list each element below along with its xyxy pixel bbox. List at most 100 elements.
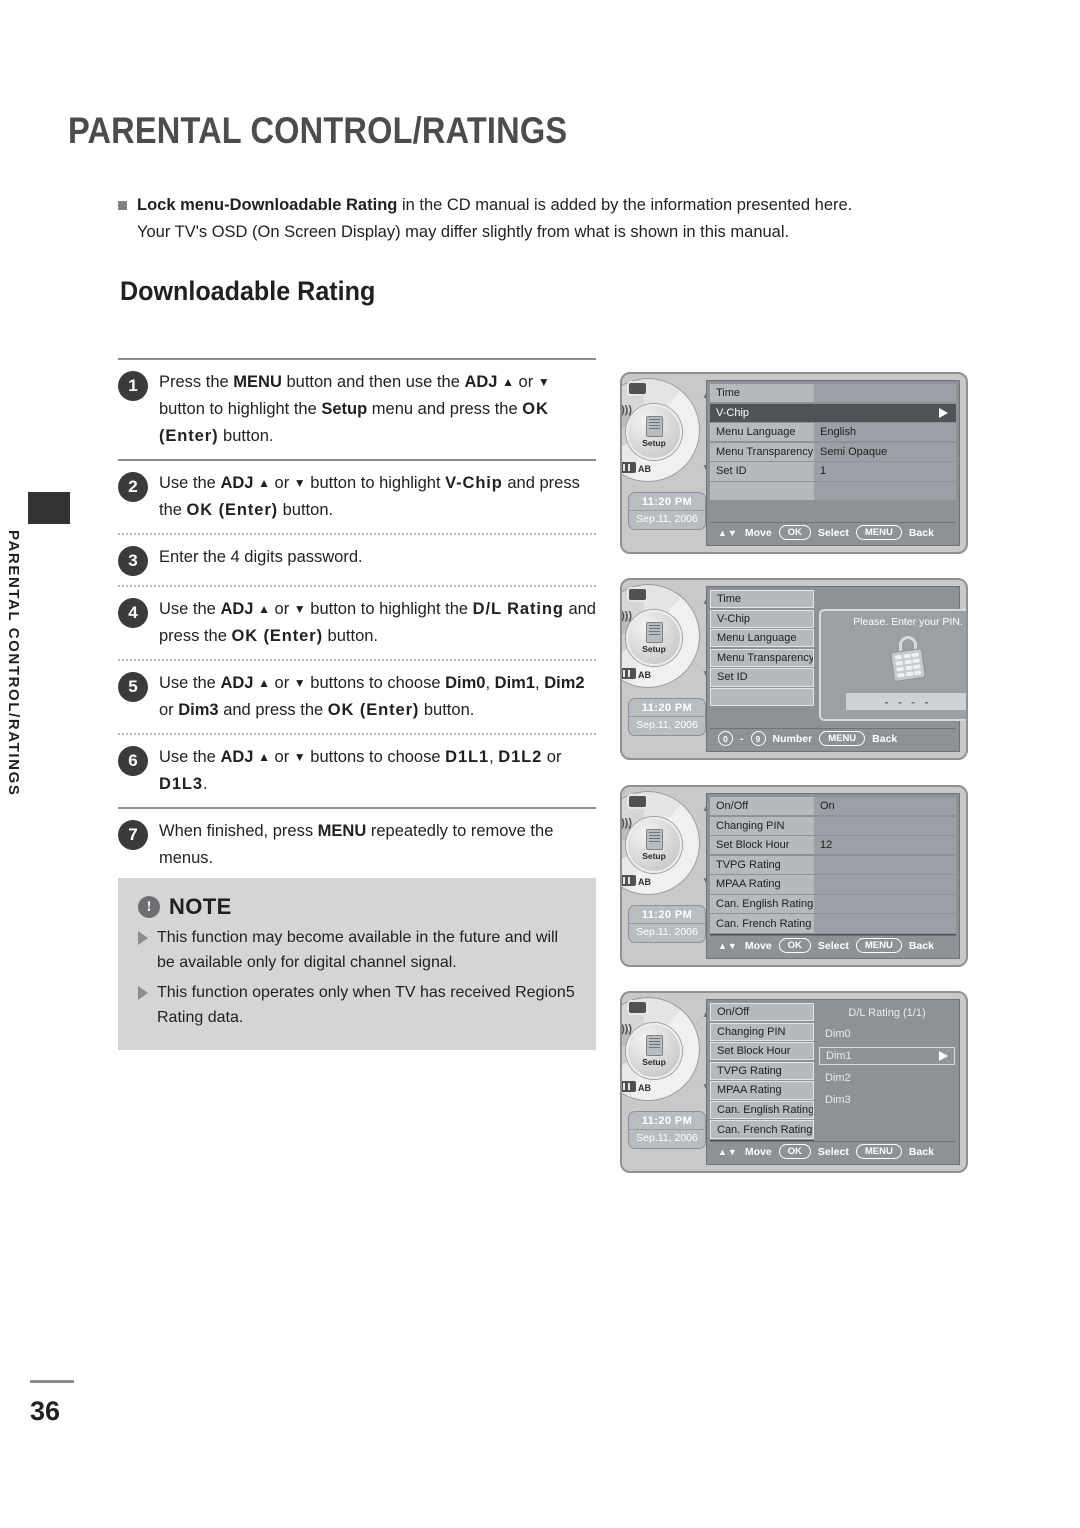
row-label: Can. English Rating: [710, 1100, 814, 1120]
step-text: When finished, press MENU repeatedly to …: [159, 822, 554, 867]
osd-row-set-id[interactable]: Set ID 1: [710, 462, 956, 481]
row-value: [814, 403, 956, 422]
padlock-body: [890, 647, 926, 683]
clock-date: Sep.11, 2006: [629, 1129, 705, 1144]
clock-badge: 11:20 PM Sep.11, 2006: [628, 492, 706, 530]
osd-row-tvpg-rating[interactable]: TVPG Rating: [710, 855, 956, 874]
clock-time: 11:20 PM: [641, 1115, 693, 1127]
ab-label-icon: AB: [638, 877, 651, 887]
row-label: Menu Transparency: [710, 442, 814, 461]
setup-label: Setup: [642, 851, 666, 861]
dl-rating-sublist: D/L Rating (1/1) Dim0 Dim1 Dim2 Dim3: [819, 1004, 955, 1113]
row-label: Can. French Rating: [710, 1120, 814, 1139]
sublist-item-dim3[interactable]: Dim3: [819, 1091, 955, 1109]
clock-badge: 11:20 PM Sep.11, 2006: [628, 905, 706, 943]
menu-button[interactable]: MENU: [855, 938, 902, 953]
row-label: MPAA Rating: [710, 1081, 814, 1100]
ok-button[interactable]: OK: [778, 525, 811, 540]
row-label: MPAA Rating: [710, 875, 814, 894]
row-label: [710, 687, 814, 707]
pause-icon: [622, 1081, 636, 1092]
setup-center-button[interactable]: Setup: [626, 1023, 682, 1079]
back-label: Back: [872, 732, 898, 745]
osd-row-menu-transparency[interactable]: Menu Transparency Semi Opaque: [710, 442, 956, 461]
step-4: 4 Use the ADJ ▲ or ▼ button to highlight…: [118, 587, 596, 659]
move-arrows-icon: ▲▼: [718, 527, 738, 538]
setup-center-button[interactable]: Setup: [626, 817, 682, 873]
osd-bottom-bar: ▲▼ Move OK Select MENU Back: [710, 522, 956, 542]
row-value: Semi Opaque: [814, 442, 956, 461]
row-label: Set ID: [710, 668, 814, 687]
osd-row-set-block-hour[interactable]: Set Block Hour 12: [710, 836, 956, 855]
step-text: Use the ADJ ▲ or ▼ button to highlight V…: [159, 474, 580, 519]
osd-row-mpaa-rating[interactable]: MPAA Rating: [710, 875, 956, 894]
sublist-item-dim1[interactable]: Dim1: [819, 1047, 955, 1065]
row-label: On/Off: [710, 1003, 814, 1022]
osd-row-list: Time V-Chip Menu Language English Menu T…: [710, 384, 956, 501]
osd-row-time[interactable]: Time: [710, 384, 956, 403]
sublist-item-label: Dim2: [825, 1072, 851, 1084]
square-bullet-icon: [118, 201, 127, 210]
move-arrows-icon: ▲▼: [718, 1146, 738, 1157]
row-label: Set Block Hour: [710, 1042, 814, 1061]
clock-date: Sep.11, 2006: [629, 510, 705, 525]
note-header: ! NOTE: [138, 894, 576, 920]
osd-row-menu-language[interactable]: Menu Language English: [710, 423, 956, 442]
ab-label-icon: AB: [638, 464, 651, 474]
osd-row-changing-pin[interactable]: Changing PIN: [710, 816, 956, 835]
menu-button[interactable]: MENU: [819, 731, 866, 746]
row-label: Set ID: [710, 462, 814, 481]
page-number: 36: [30, 1396, 61, 1426]
tv-icon: [629, 383, 646, 394]
wheel-dial: ))) I↕I AB Setup: [622, 791, 700, 895]
row-value: [814, 875, 956, 894]
row-label: [710, 481, 814, 501]
osd-row-vchip[interactable]: V-Chip: [710, 403, 956, 422]
row-value: [814, 384, 956, 403]
osd-row-can-french-rating[interactable]: Can. French Rating: [710, 1120, 956, 1139]
move-label: Move: [744, 939, 772, 952]
ab-label-icon: AB: [638, 670, 651, 680]
clock-date: Sep.11, 2006: [629, 716, 705, 731]
menu-button[interactable]: MENU: [855, 525, 902, 540]
setup-center-button[interactable]: Setup: [626, 610, 682, 666]
setup-label: Setup: [642, 1057, 666, 1067]
row-label: V-Chip: [710, 609, 814, 628]
sublist-item-label: Dim3: [825, 1094, 851, 1106]
setup-center-button[interactable]: Setup: [626, 404, 682, 460]
note-item-text: This function operates only when TV has …: [157, 984, 575, 1026]
page-number-rule: [30, 1380, 74, 1383]
step-3: 3 Enter the 4 digits password.: [118, 535, 596, 585]
padlock-keypad-icon: [890, 636, 926, 683]
clock-badge: 11:20 PM Sep.11, 2006: [628, 1111, 706, 1149]
pause-icon: [622, 668, 636, 679]
osd-row-can-french-rating[interactable]: Can. French Rating: [710, 914, 956, 933]
step-1: 1 Press the MENU button and then use the…: [118, 360, 596, 459]
menu-button[interactable]: MENU: [855, 1144, 902, 1159]
tv-icon: [629, 796, 646, 807]
move-arrows-icon: ▲▼: [718, 940, 738, 951]
clock-badge: 11:20 PM Sep.11, 2006: [628, 698, 706, 736]
row-value: On: [814, 797, 956, 816]
setup-icon: [645, 622, 663, 643]
select-label: Select: [817, 526, 849, 539]
wheel-dial: ))) I↕I AB Setup: [622, 997, 700, 1101]
sublist-item-dim0[interactable]: Dim0: [819, 1025, 955, 1043]
row-value: English: [814, 423, 956, 442]
back-label: Back: [908, 939, 934, 952]
sublist-item-dim2[interactable]: Dim2: [819, 1069, 955, 1087]
pin-input-field[interactable]: - - - -: [846, 693, 966, 710]
steps-list: 1 Press the MENU button and then use the…: [118, 358, 596, 883]
osd-row-time[interactable]: Time: [710, 590, 956, 609]
osd-row-on-off[interactable]: On/Off On: [710, 797, 956, 816]
page-title: PARENTAL CONTROL/RATINGS: [68, 110, 568, 151]
side-tab-marker: [28, 492, 70, 524]
clock-time: 11:20 PM: [641, 909, 693, 921]
intro-bold-lead: Lock menu-Downloadable Rating: [137, 196, 398, 214]
ok-button[interactable]: OK: [778, 1144, 811, 1159]
ok-button[interactable]: OK: [778, 938, 811, 953]
chevron-right-icon: [939, 407, 948, 418]
step-text: Use the ADJ ▲ or ▼ buttons to choose D1L…: [159, 748, 562, 793]
osd-row-can-english-rating[interactable]: Can. English Rating: [710, 894, 956, 914]
row-label: On/Off: [710, 797, 814, 816]
